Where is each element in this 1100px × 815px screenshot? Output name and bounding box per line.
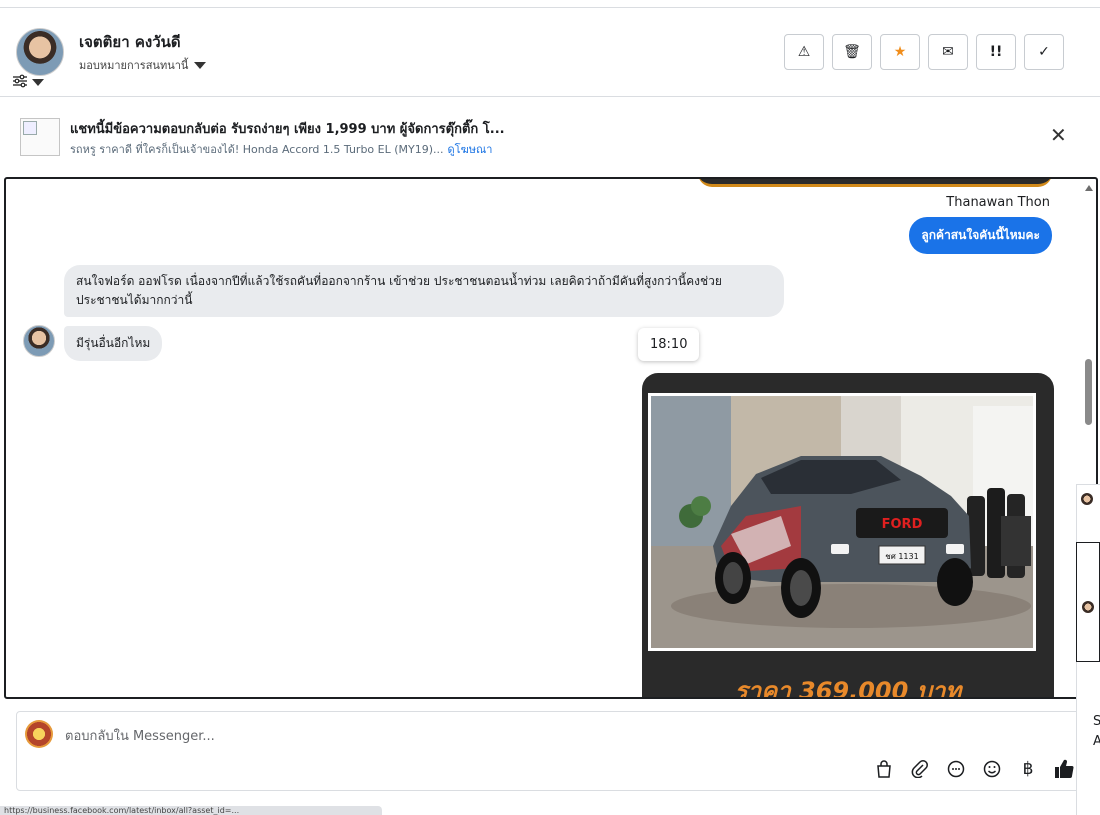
- ad-subtitle: รถหรู ราคาดี ที่ใครก็เป็นเจ้าของได้! Hon…: [70, 140, 492, 158]
- attach-button[interactable]: [909, 758, 931, 780]
- shop-bag-button[interactable]: [873, 758, 895, 780]
- chat-bubble-icon: [947, 760, 965, 778]
- conversation-actions: ⚠ 🗑 ★ ✉ !! ✓: [784, 34, 1064, 70]
- sender-name: Thanawan Thon: [946, 195, 1050, 210]
- shopping-bag-icon: [877, 760, 891, 778]
- star-icon: ★: [893, 44, 907, 60]
- incoming-message[interactable]: สนใจฟอร์ด ออฟโรด เนื่องจากปีที่แล้วใช้รถ…: [64, 265, 784, 317]
- mini-avatar: [1082, 601, 1094, 613]
- plate-text: ชศ 1131: [885, 552, 918, 561]
- assign-label: มอบหมายการสนทนานี้: [79, 59, 189, 72]
- assign-conversation-dropdown[interactable]: มอบหมายการสนทนานี้: [79, 56, 207, 74]
- browser-status-bar: https://business.facebook.com/latest/inb…: [0, 806, 382, 815]
- close-icon[interactable]: ✕: [1050, 125, 1067, 145]
- view-ad-link[interactable]: ดูโฆษณา: [448, 143, 493, 156]
- page-avatar: [25, 720, 53, 748]
- contact-avatar-small: [23, 325, 55, 357]
- truck-photo-drawing: FORD ชศ 1131: [651, 396, 1033, 648]
- side-letter: S: [1093, 714, 1100, 729]
- composer-tools: ฿: [873, 758, 1075, 780]
- top-strip: [0, 0, 1100, 8]
- ad-thumbnail[interactable]: [20, 118, 60, 156]
- trash-icon: 🗑: [843, 44, 861, 60]
- contact-name[interactable]: เจตติยา คงวันดี: [79, 30, 181, 54]
- like-button[interactable]: [1053, 758, 1075, 780]
- payment-button[interactable]: ฿: [1017, 758, 1039, 780]
- saved-reply-button[interactable]: [945, 758, 967, 780]
- follow-up-button[interactable]: !!: [976, 34, 1016, 70]
- previous-image-card[interactable]: [698, 179, 1052, 187]
- delete-button[interactable]: 🗑: [832, 34, 872, 70]
- filter-control[interactable]: [12, 74, 44, 88]
- outgoing-message[interactable]: ลูกค้าสนใจคันนี้ไหมคะ: [909, 217, 1052, 254]
- warning-icon: ⚠: [797, 44, 811, 60]
- chevron-down-icon: [194, 61, 207, 69]
- spam-button[interactable]: ⚠: [784, 34, 824, 70]
- price-label: ราคา 369,000 บาท: [734, 677, 962, 699]
- baht-icon: ฿: [1022, 759, 1034, 779]
- star-button[interactable]: ★: [880, 34, 920, 70]
- side-panel-fragment[interactable]: S A: [1076, 662, 1100, 815]
- exclamation-icon: !!: [989, 44, 1003, 60]
- side-panel-fragment[interactable]: [1076, 542, 1100, 662]
- emoji-icon: [983, 760, 1001, 778]
- ad-title: แชทนี้มีข้อความตอบกลับต่อ รับรถง่ายๆ เพี…: [70, 122, 505, 137]
- contact-avatar[interactable]: [16, 28, 64, 76]
- side-panel-fragment[interactable]: [1076, 484, 1100, 542]
- conversation-header: เจตติยา คงวันดี มอบหมายการสนทนานี้ ⚠ 🗑 ★…: [0, 8, 1100, 97]
- ad-subtitle-text: รถหรู ราคาดี ที่ใครก็เป็นเจ้าของได้! Hon…: [70, 143, 444, 156]
- paperclip-icon: [911, 760, 928, 778]
- side-letter: A: [1093, 734, 1100, 749]
- emoji-button[interactable]: [981, 758, 1003, 780]
- incoming-message[interactable]: มีรุ่นอื่นอีกไหม: [64, 326, 163, 361]
- timestamp-tooltip: 18:10: [638, 328, 700, 361]
- done-button[interactable]: ✓: [1024, 34, 1064, 70]
- mini-avatar: [1081, 493, 1093, 505]
- grille-text: FORD: [882, 517, 923, 532]
- ad-context-bar: แชทนี้มีข้อความตอบกลับต่อ รับรถง่ายๆ เพี…: [0, 97, 1100, 175]
- thumbs-up-icon: [1055, 759, 1074, 778]
- mail-button[interactable]: ✉: [928, 34, 968, 70]
- sliders-icon: [13, 74, 27, 88]
- message-composer: ฿: [16, 711, 1082, 791]
- image-message-card[interactable]: FORD ชศ 1131 ราคา 369,000 บาท: [642, 373, 1054, 699]
- message-thread[interactable]: Thanawan Thon ลูกค้าสนใจคันนี้ไหมคะ สนใจ…: [4, 177, 1098, 699]
- check-icon: ✓: [1038, 44, 1050, 60]
- truck-photo[interactable]: FORD ชศ 1131: [648, 393, 1036, 651]
- reply-input[interactable]: [65, 726, 1025, 746]
- chevron-down-icon: [32, 78, 44, 86]
- scroll-thumb[interactable]: [1085, 359, 1092, 425]
- mail-icon: ✉: [942, 44, 954, 60]
- inbox-app: เจตติยา คงวันดี มอบหมายการสนทนานี้ ⚠ 🗑 ★…: [0, 0, 1100, 815]
- scroll-up-arrow-icon[interactable]: [1085, 185, 1093, 191]
